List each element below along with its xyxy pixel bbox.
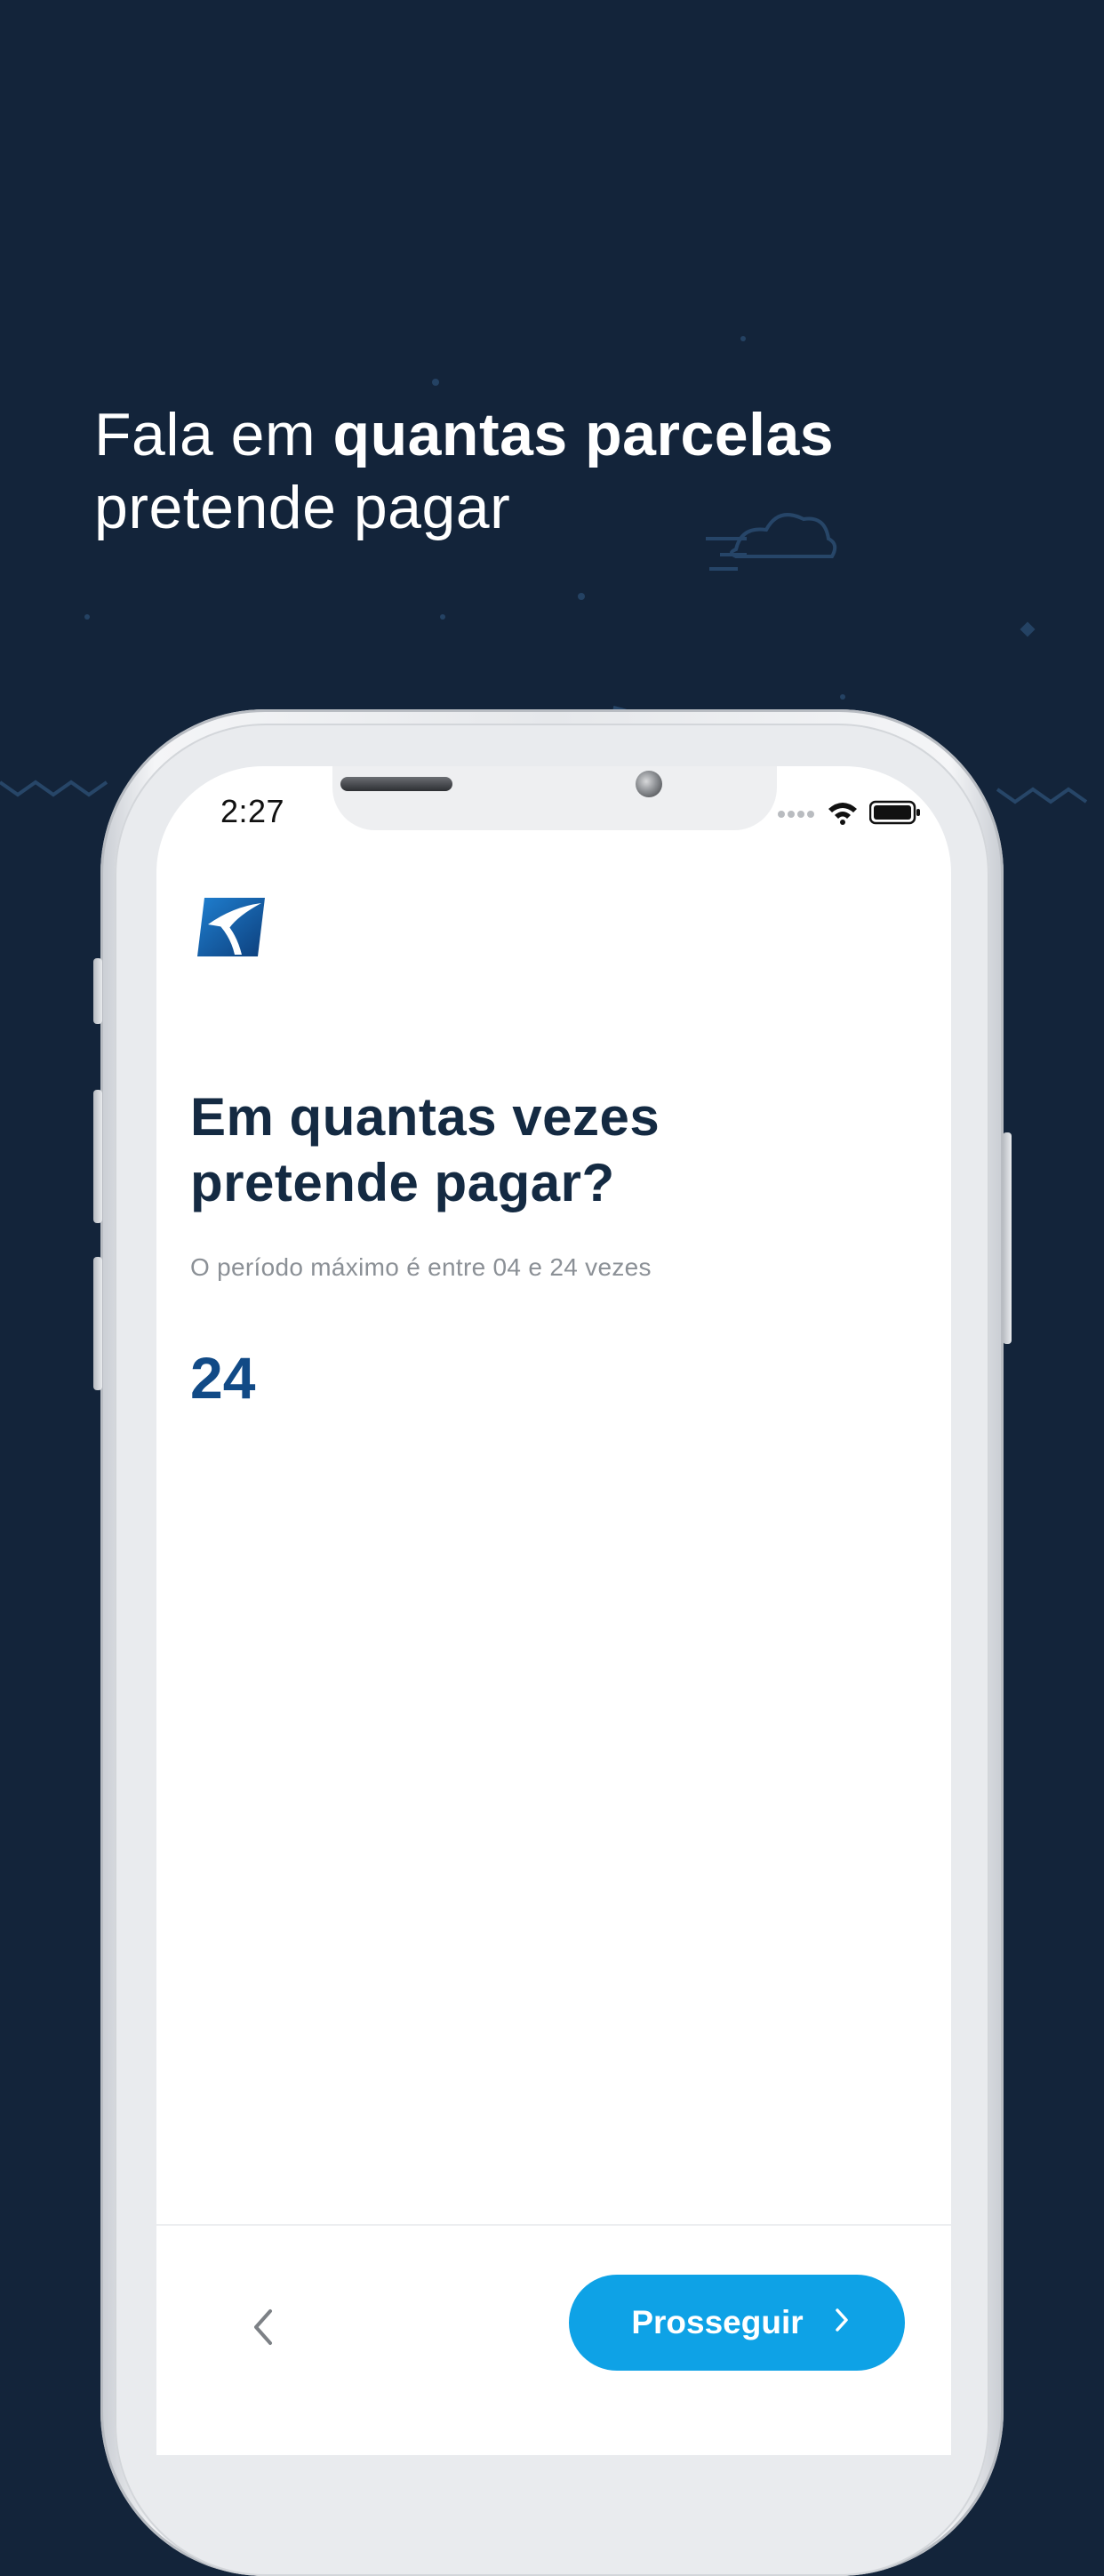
installments-input[interactable]: 24 [190, 1344, 255, 1412]
back-button[interactable] [236, 2302, 290, 2356]
chevron-right-icon [834, 2304, 850, 2341]
phone-volume-up [93, 1090, 102, 1223]
phone-power-button [1003, 1132, 1012, 1344]
installments-helper-text: O período máximo é entre 04 e 24 vezes [190, 1253, 652, 1281]
phone-volume-down [93, 1257, 102, 1390]
proceed-button[interactable]: Prosseguir [569, 2275, 905, 2371]
phone-mute-switch [93, 958, 102, 1024]
app-screen: 2:27 Em quantas vezes pretende pagar? O … [156, 766, 951, 2455]
headline-part-3: pretende pagar [94, 474, 511, 541]
installments-question: Em quantas vezes pretende pagar? [190, 1084, 919, 1216]
bank-logo-icon [197, 898, 265, 956]
promo-headline: Fala em quantas parcelas pretende pagar [94, 398, 1028, 544]
headline-bold-part: quantas parcelas [332, 401, 835, 468]
phone-camera [636, 771, 662, 797]
question-line-1: Em quantas vezes [190, 1087, 660, 1147]
phone-notch [332, 766, 777, 830]
headline-part-1: Fala em [94, 401, 333, 468]
proceed-button-label: Prosseguir [631, 2304, 804, 2340]
signal-dots-icon [777, 807, 816, 823]
battery-icon [868, 800, 921, 829]
wifi-icon [827, 800, 859, 829]
status-icons [777, 800, 921, 829]
status-time: 2:27 [220, 793, 285, 829]
chevron-left-icon [251, 2308, 276, 2351]
footer-divider [156, 2224, 951, 2226]
question-line-2: pretende pagar? [190, 1153, 615, 1212]
phone-speaker [340, 777, 452, 791]
